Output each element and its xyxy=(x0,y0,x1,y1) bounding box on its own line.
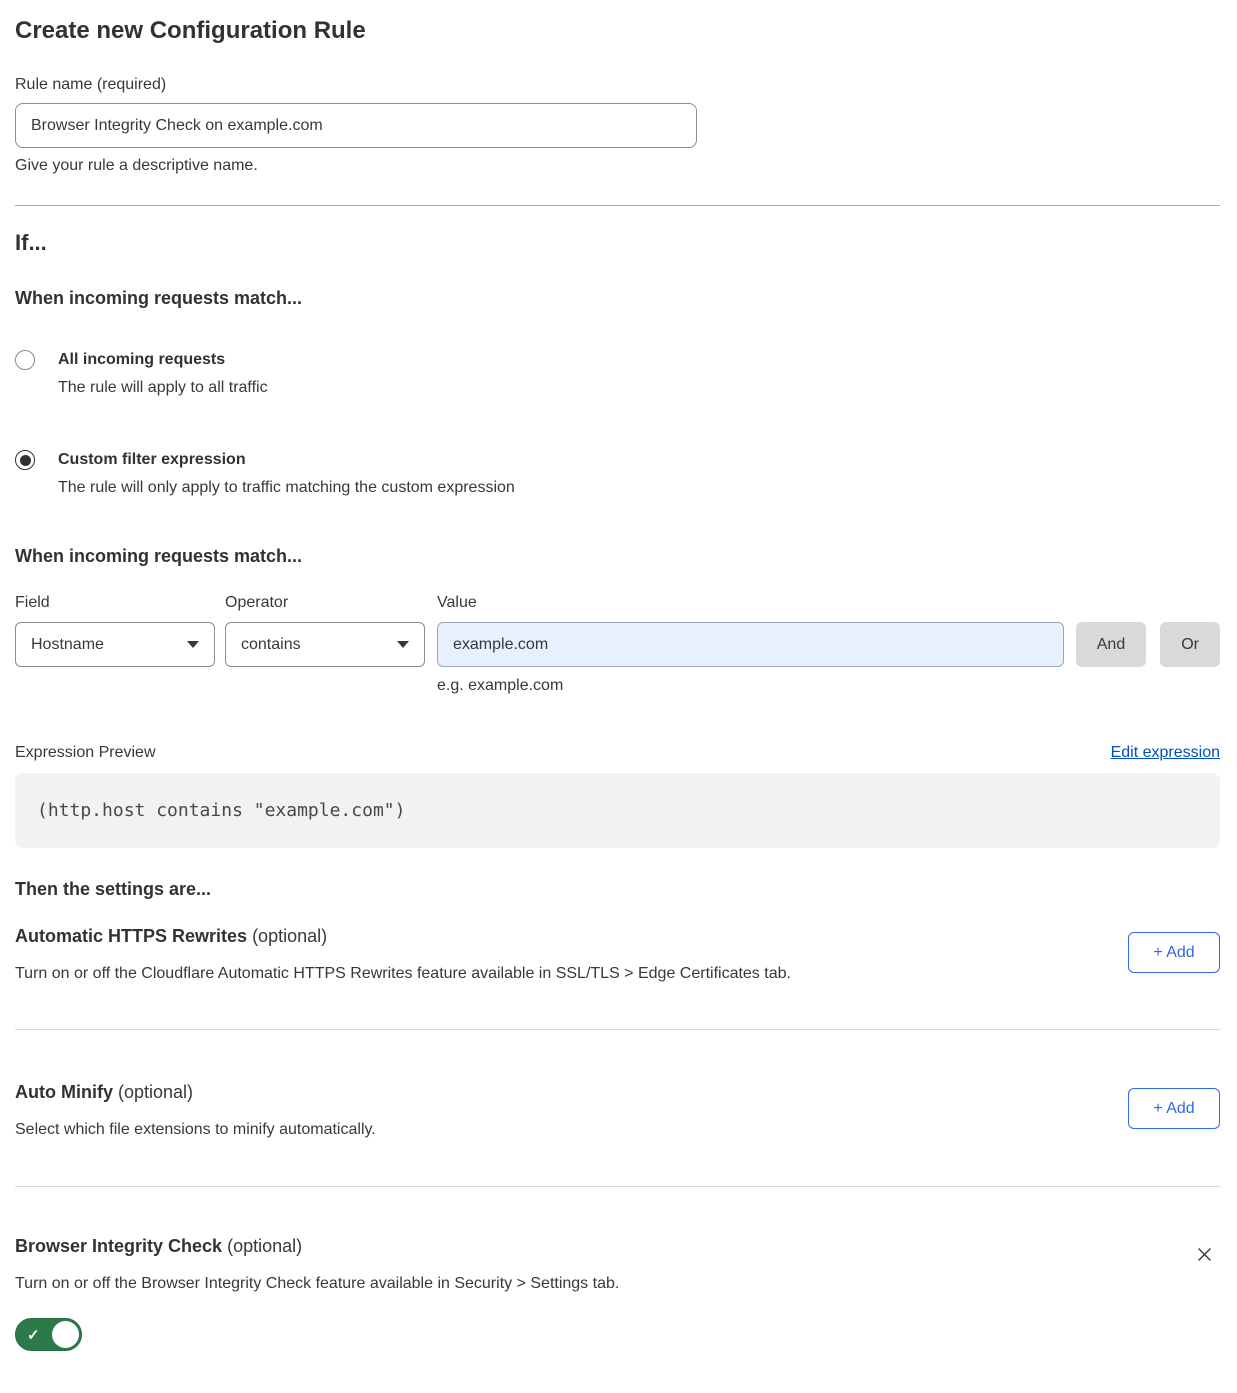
setting-title: Auto Minify xyxy=(15,1082,113,1102)
expression-code-text: (http.host contains "example.com") xyxy=(37,800,405,821)
radio-option-all-incoming[interactable]: All incoming requests The rule will appl… xyxy=(15,349,1220,399)
setting-description: Turn on or off the Browser Integrity Che… xyxy=(15,1274,619,1294)
radio-all-incoming-label[interactable]: All incoming requests xyxy=(58,349,268,371)
toggle-knob[interactable] xyxy=(52,1321,79,1348)
setting-title-line: Automatic HTTPS Rewrites (optional) xyxy=(15,925,791,947)
expression-preview-code: (http.host contains "example.com") xyxy=(15,773,1220,848)
setting-browser-integrity-check: Browser Integrity Check (optional) Turn … xyxy=(15,1187,1220,1356)
setting-optional-tag: (optional) xyxy=(252,926,327,946)
field-label: Field xyxy=(15,593,215,612)
value-column: Value e.g. example.com xyxy=(437,593,1064,695)
expression-preview-label: Expression Preview xyxy=(15,743,156,762)
operator-label: Operator xyxy=(225,593,425,612)
browser-integrity-check-toggle[interactable]: ✓ xyxy=(15,1318,82,1351)
setting-description: Select which file extensions to minify a… xyxy=(15,1120,376,1140)
setting-automatic-https-rewrites: Automatic HTTPS Rewrites (optional) Turn… xyxy=(15,900,1220,1029)
add-automatic-https-rewrites-button[interactable]: + Add xyxy=(1128,932,1220,973)
radio-custom-filter[interactable] xyxy=(15,450,35,470)
value-hint: e.g. example.com xyxy=(437,676,1064,695)
operator-select-value: contains xyxy=(241,636,301,654)
rule-name-input[interactable] xyxy=(15,103,697,148)
setting-auto-minify: Auto Minify (optional) Select which file… xyxy=(15,1030,1220,1186)
page-title: Create new Configuration Rule xyxy=(15,16,1220,45)
builder-heading: When incoming requests match... xyxy=(15,545,1220,567)
setting-texts: Auto Minify (optional) Select which file… xyxy=(15,1081,376,1140)
remove-setting-button[interactable] xyxy=(1191,1241,1218,1268)
close-icon xyxy=(1195,1245,1214,1264)
chevron-down-icon xyxy=(187,641,199,648)
setting-title: Browser Integrity Check xyxy=(15,1236,222,1256)
setting-texts: Browser Integrity Check (optional) Turn … xyxy=(15,1235,619,1294)
if-heading: If... xyxy=(15,229,1220,256)
setting-title: Automatic HTTPS Rewrites xyxy=(15,926,247,946)
and-button[interactable]: And xyxy=(1076,622,1146,667)
setting-row: Auto Minify (optional) Select which file… xyxy=(15,1081,1220,1140)
edit-expression-link[interactable]: Edit expression xyxy=(1111,744,1220,762)
check-icon: ✓ xyxy=(27,1326,40,1344)
setting-description: Turn on or off the Cloudflare Automatic … xyxy=(15,964,791,984)
rule-name-label: Rule name (required) xyxy=(15,75,1220,94)
then-settings-heading: Then the settings are... xyxy=(15,878,1220,900)
expression-builder-row: Field Hostname Operator contains Value e… xyxy=(15,593,1220,695)
field-column: Field Hostname xyxy=(15,593,215,667)
value-label: Value xyxy=(437,593,1064,612)
setting-texts: Automatic HTTPS Rewrites (optional) Turn… xyxy=(15,925,791,984)
add-auto-minify-button[interactable]: + Add xyxy=(1128,1088,1220,1129)
field-select[interactable]: Hostname xyxy=(15,622,215,667)
setting-optional-tag: (optional) xyxy=(118,1082,193,1102)
radio-custom-filter-label[interactable]: Custom filter expression xyxy=(58,449,515,471)
radio-option-texts: Custom filter expression The rule will o… xyxy=(58,449,515,499)
create-configuration-rule-page: Create new Configuration Rule Rule name … xyxy=(0,16,1237,1356)
section-divider xyxy=(15,205,1220,206)
rule-name-help: Give your rule a descriptive name. xyxy=(15,156,1220,175)
match-heading: When incoming requests match... xyxy=(15,287,1220,309)
radio-option-texts: All incoming requests The rule will appl… xyxy=(58,349,268,399)
operator-select[interactable]: contains xyxy=(225,622,425,667)
setting-row: Browser Integrity Check (optional) Turn … xyxy=(15,1235,1220,1294)
or-button[interactable]: Or xyxy=(1160,622,1220,667)
setting-row: Automatic HTTPS Rewrites (optional) Turn… xyxy=(15,925,1220,984)
setting-title-line: Auto Minify (optional) xyxy=(15,1081,376,1103)
and-or-buttons: And Or xyxy=(1076,622,1220,667)
chevron-down-icon xyxy=(397,641,409,648)
expression-preview-header: Expression Preview Edit expression xyxy=(15,743,1220,762)
value-input[interactable] xyxy=(437,622,1064,667)
setting-title-line: Browser Integrity Check (optional) xyxy=(15,1235,619,1257)
radio-custom-filter-desc: The rule will only apply to traffic matc… xyxy=(58,477,515,499)
radio-all-incoming[interactable] xyxy=(15,350,35,370)
operator-column: Operator contains xyxy=(225,593,425,667)
radio-option-custom-filter[interactable]: Custom filter expression The rule will o… xyxy=(15,449,1220,499)
field-select-value: Hostname xyxy=(31,636,104,654)
setting-optional-tag: (optional) xyxy=(227,1236,302,1256)
radio-all-incoming-desc: The rule will apply to all traffic xyxy=(58,377,268,399)
